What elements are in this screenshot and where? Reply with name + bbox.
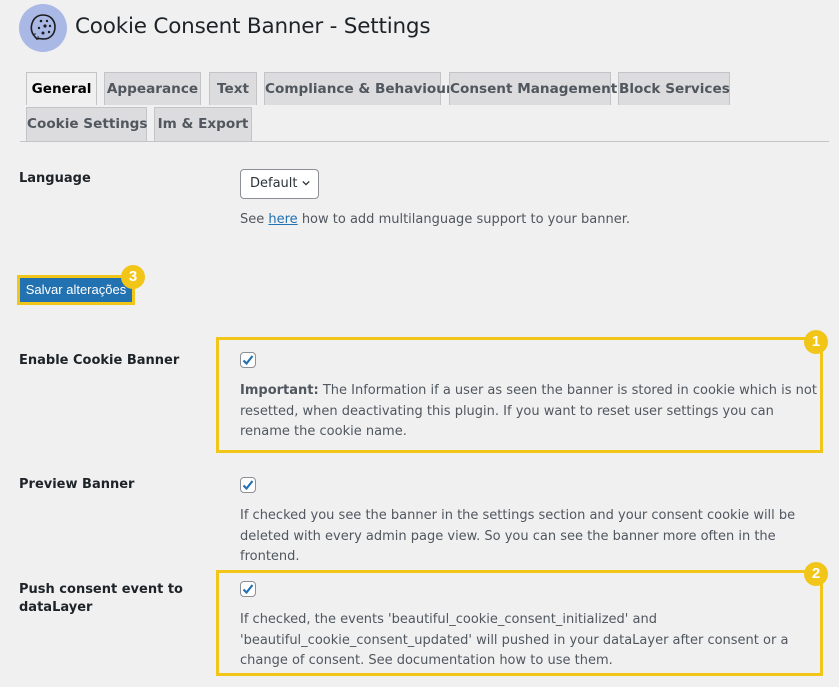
- tab-general[interactable]: General: [26, 72, 97, 105]
- language-select[interactable]: Default: [240, 169, 319, 199]
- preview-banner-label: Preview Banner: [19, 477, 135, 492]
- annotation-badge-3: 3: [121, 265, 145, 289]
- tab-appearance[interactable]: Appearance: [104, 72, 201, 105]
- tabs-divider: [20, 141, 829, 142]
- save-changes-button[interactable]: Salvar alterações: [17, 275, 135, 305]
- push-consent-event-checkbox[interactable]: [240, 581, 256, 597]
- chevron-down-icon: [302, 180, 310, 186]
- tab-im-export[interactable]: Im & Export: [154, 107, 252, 142]
- page-title: Cookie Consent Banner - Settings: [75, 14, 431, 39]
- enable-cookie-banner-checkbox[interactable]: [240, 352, 256, 368]
- tab-block-services[interactable]: Block Services: [618, 72, 730, 105]
- checkmark-icon: [242, 584, 254, 595]
- tab-consent-management[interactable]: Consent Management: [449, 72, 617, 105]
- push-consent-event-label: Push consent event to dataLayer: [19, 582, 183, 615]
- tab-compliance-behaviour[interactable]: Compliance & Behaviour: [264, 72, 453, 105]
- checkmark-icon: [242, 355, 254, 366]
- annotation-badge-1: 1: [804, 330, 828, 354]
- tab-cookie-settings[interactable]: Cookie Settings: [26, 107, 147, 142]
- annotation-badge-2: 2: [804, 562, 828, 586]
- multilanguage-help-link[interactable]: here: [268, 212, 297, 227]
- push-consent-event-description: If checked, the events 'beautiful_cookie…: [240, 612, 789, 668]
- enable-cookie-banner-label: Enable Cookie Banner: [19, 353, 180, 368]
- enable-cookie-banner-description: Important: The Information if a user as …: [240, 383, 817, 439]
- preview-banner-checkbox[interactable]: [240, 477, 256, 493]
- language-select-value: Default: [250, 176, 298, 191]
- language-help-text: See here how to add multilanguage suppor…: [240, 212, 631, 227]
- cookie-logo-icon: [19, 4, 67, 52]
- preview-banner-description: If checked you see the banner in the set…: [240, 508, 796, 564]
- language-label: Language: [19, 171, 91, 186]
- checkmark-icon: [242, 480, 254, 491]
- tab-text[interactable]: Text: [209, 72, 257, 105]
